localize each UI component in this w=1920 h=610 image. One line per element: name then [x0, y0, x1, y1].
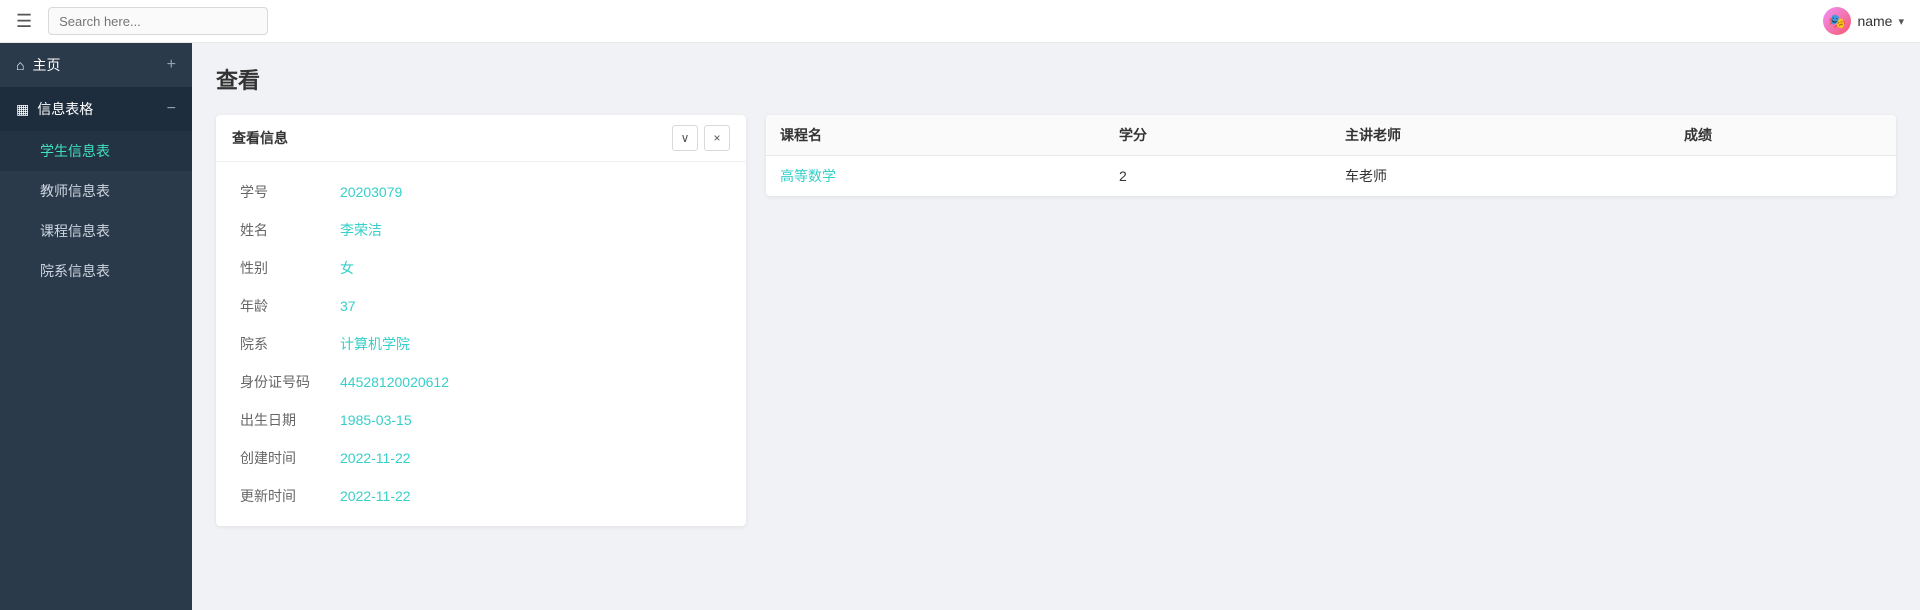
col-score: 成绩 — [1670, 115, 1896, 156]
sidebar-student-label: 学生信息表 — [40, 143, 110, 159]
info-card-close-button[interactable]: × — [704, 125, 730, 151]
info-field-label: 院系 — [240, 334, 340, 354]
info-field-label: 出生日期 — [240, 410, 340, 430]
info-card-body: 学号 20203079 姓名 李荣洁 性别 女 年龄 37 院系 计算机学院 身… — [216, 162, 746, 526]
info-row: 姓名 李荣洁 — [240, 220, 722, 240]
sidebar-item-info-tables[interactable]: ▦ 信息表格 − — [0, 87, 192, 131]
search-bar — [48, 7, 268, 35]
avatar: 🎭 — [1823, 7, 1851, 35]
info-field-value: 1985-03-15 — [340, 412, 412, 428]
sidebar-course-label: 课程信息表 — [40, 223, 110, 239]
cell-credit: 2 — [1105, 156, 1331, 197]
sidebar-item-department[interactable]: 院系信息表 — [0, 251, 192, 291]
info-field-value: 37 — [340, 298, 356, 314]
info-field-value: 2022-11-22 — [340, 450, 411, 466]
info-field-label: 更新时间 — [240, 486, 340, 506]
sidebar-item-teacher[interactable]: 教师信息表 — [0, 171, 192, 211]
info-field-value: 44528120020612 — [340, 374, 449, 390]
user-chevron-icon: ▾ — [1898, 15, 1904, 28]
info-row: 院系 计算机学院 — [240, 334, 722, 354]
info-row: 创建时间 2022-11-22 — [240, 448, 722, 468]
col-teacher: 主讲老师 — [1331, 115, 1670, 156]
info-card-actions: ∨ × — [672, 125, 730, 151]
home-icon: ⌂ — [16, 57, 24, 73]
info-field-label: 身份证号码 — [240, 372, 340, 392]
sidebar-home-label: 主页 — [32, 55, 158, 75]
sidebar-item-course[interactable]: 课程信息表 — [0, 211, 192, 251]
search-input[interactable] — [48, 7, 268, 35]
sidebar-item-home[interactable]: ⌂ 主页 + — [0, 43, 192, 87]
cell-score — [1670, 156, 1896, 197]
info-field-label: 学号 — [240, 182, 340, 202]
info-field-label: 性别 — [240, 258, 340, 278]
info-field-value: 李荣洁 — [340, 220, 382, 240]
course-table-card: 课程名 学分 主讲老师 成绩 高等数学 2 车老师 — [766, 115, 1896, 196]
info-row: 年龄 37 — [240, 296, 722, 316]
sidebar-group-label: 信息表格 — [37, 99, 158, 119]
info-field-label: 创建时间 — [240, 448, 340, 468]
cards-row: 查看信息 ∨ × 学号 20203079 姓名 李荣洁 性别 女 年龄 37 院 — [216, 115, 1896, 526]
sidebar: ⌂ 主页 + ▦ 信息表格 − 学生信息表 教师信息表 课程信息表 院系信息表 — [0, 43, 192, 610]
info-field-value: 2022-11-22 — [340, 488, 411, 504]
content-area: 查看 查看信息 ∨ × 学号 20203079 姓名 李荣洁 性别 — [192, 43, 1920, 610]
info-field-label: 年龄 — [240, 296, 340, 316]
sidebar-teacher-label: 教师信息表 — [40, 183, 110, 199]
user-name: name — [1857, 13, 1892, 29]
info-row: 性别 女 — [240, 258, 722, 278]
info-field-value: 20203079 — [340, 184, 402, 200]
cell-teacher: 车老师 — [1331, 156, 1670, 197]
table-row: 高等数学 2 车老师 — [766, 156, 1896, 197]
cell-course-name: 高等数学 — [766, 156, 1105, 197]
info-card-title: 查看信息 — [232, 128, 288, 148]
menu-icon[interactable]: ☰ — [16, 11, 32, 32]
info-field-value: 计算机学院 — [340, 334, 410, 354]
sidebar-collapse-icon[interactable]: − — [167, 100, 176, 118]
info-card-collapse-button[interactable]: ∨ — [672, 125, 698, 151]
sidebar-item-student[interactable]: 学生信息表 — [0, 131, 192, 171]
info-row: 出生日期 1985-03-15 — [240, 410, 722, 430]
info-card: 查看信息 ∨ × 学号 20203079 姓名 李荣洁 性别 女 年龄 37 院 — [216, 115, 746, 526]
info-field-value: 女 — [340, 258, 354, 278]
col-credit: 学分 — [1105, 115, 1331, 156]
table-group-icon: ▦ — [16, 101, 29, 118]
info-row: 身份证号码 44528120020612 — [240, 372, 722, 392]
course-table-header: 课程名 学分 主讲老师 成绩 — [766, 115, 1896, 156]
info-row: 学号 20203079 — [240, 182, 722, 202]
sidebar-add-icon[interactable]: + — [167, 56, 176, 74]
sidebar-department-label: 院系信息表 — [40, 263, 110, 279]
course-table-header-row: 课程名 学分 主讲老师 成绩 — [766, 115, 1896, 156]
navbar: ☰ 🎭 name ▾ — [0, 0, 1920, 43]
user-menu[interactable]: 🎭 name ▾ — [1823, 7, 1904, 35]
course-table-body: 高等数学 2 车老师 — [766, 156, 1896, 197]
main-layout: ⌂ 主页 + ▦ 信息表格 − 学生信息表 教师信息表 课程信息表 院系信息表 … — [0, 43, 1920, 610]
info-row: 更新时间 2022-11-22 — [240, 486, 722, 506]
info-card-header: 查看信息 ∨ × — [216, 115, 746, 162]
col-course-name: 课程名 — [766, 115, 1105, 156]
page-title: 查看 — [216, 63, 1896, 95]
course-table: 课程名 学分 主讲老师 成绩 高等数学 2 车老师 — [766, 115, 1896, 196]
info-field-label: 姓名 — [240, 220, 340, 240]
